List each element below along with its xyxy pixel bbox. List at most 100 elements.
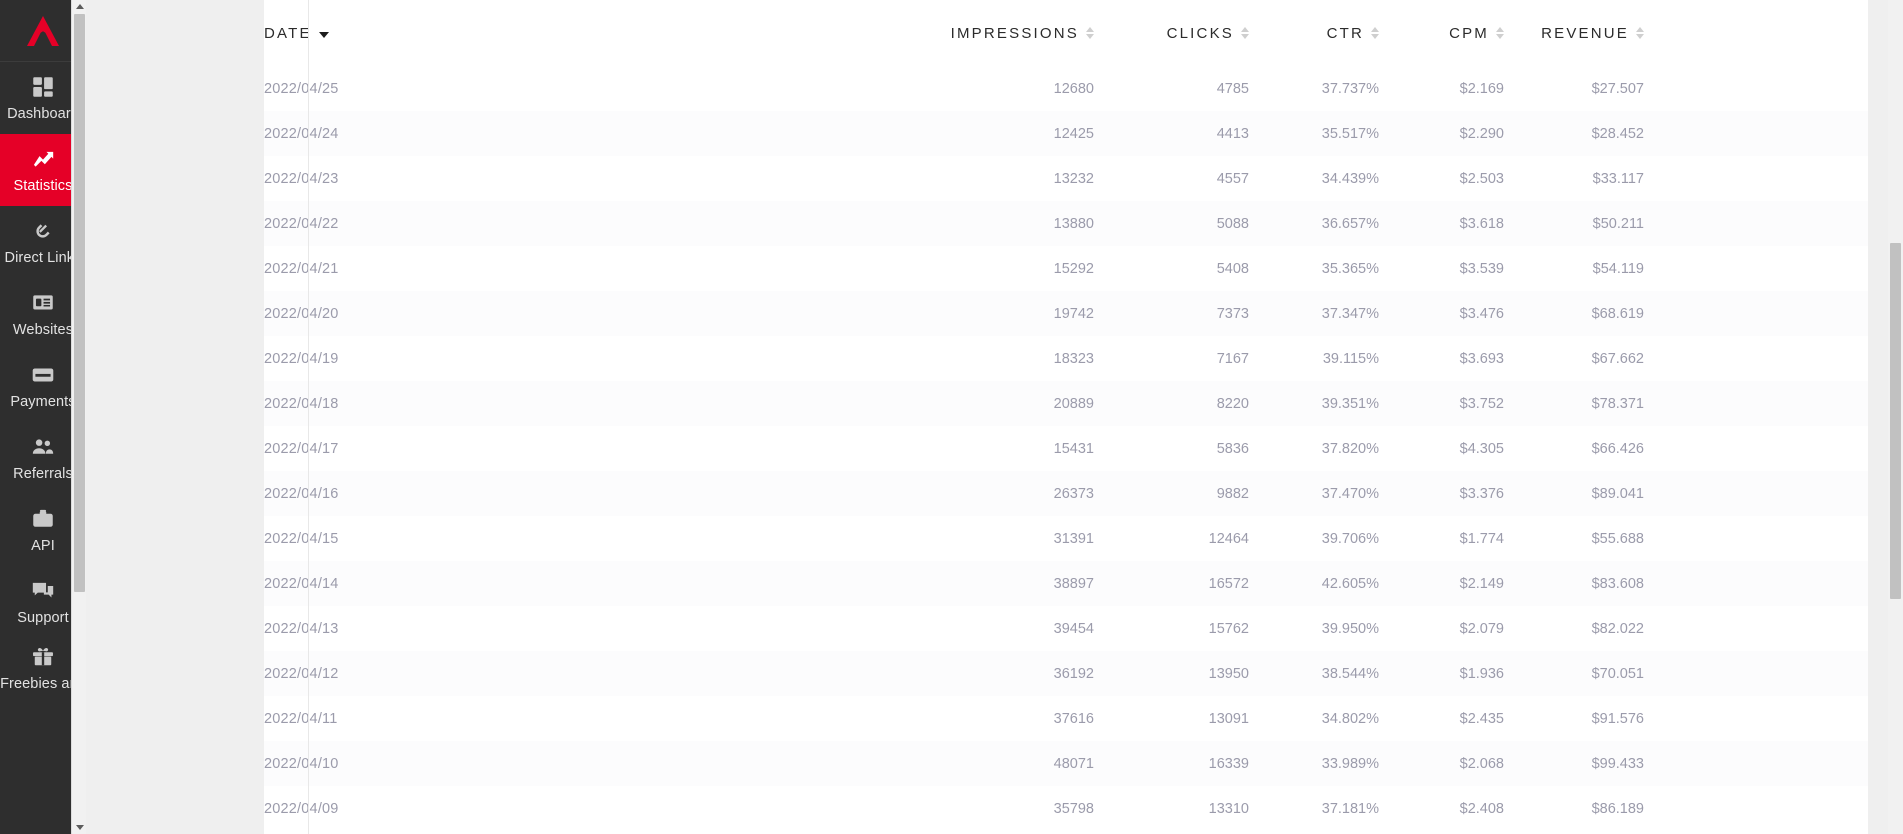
cell-impressions: 39454 xyxy=(864,606,1094,651)
cell-ctr: 33.989% xyxy=(1249,741,1379,786)
cell-revenue: $27.507 xyxy=(1504,66,1644,111)
page-scrollbar-thumb[interactable] xyxy=(1890,243,1901,599)
cell-clicks: 4785 xyxy=(1094,66,1249,111)
cell-clicks: 13091 xyxy=(1094,696,1249,741)
column-header-revenue[interactable]: REVENUE xyxy=(1504,0,1644,66)
column-header-spacer xyxy=(1644,0,1868,66)
cell-clicks: 12464 xyxy=(1094,516,1249,561)
cell-date: 2022/04/20 xyxy=(264,291,864,336)
browser-window-icon xyxy=(30,290,56,316)
table-row[interactable]: 2022/04/16 26373 9882 37.470% $3.376 $89.041 xyxy=(264,471,1868,516)
cell-revenue: $82.022 xyxy=(1504,606,1644,651)
cell-cpm: $2.068 xyxy=(1379,741,1504,786)
sidebar-scroll-up-button[interactable] xyxy=(72,0,86,13)
cell-cpm: $1.936 xyxy=(1379,651,1504,696)
primary-sidebar: Dashboard Statistics Direct Links Websit… xyxy=(0,0,86,834)
sidebar-item-label: Direct Links xyxy=(4,250,82,267)
credit-card-icon xyxy=(30,362,56,388)
cell-date: 2022/04/21 xyxy=(264,246,864,291)
table-row[interactable]: 2022/04/24 12425 4413 35.517% $2.290 $28.452 xyxy=(264,111,1868,156)
table-header-row: DATE IMPRESSIONS CLICKS CTR CPM REVENUE xyxy=(264,0,1868,66)
table-row[interactable]: 2022/04/10 48071 16339 33.989% $2.068 $99.433 xyxy=(264,741,1868,786)
sort-toggle-icon xyxy=(1371,27,1379,39)
cell-date: 2022/04/17 xyxy=(264,426,864,471)
cell-spacer xyxy=(1644,651,1868,696)
cell-ctr: 35.517% xyxy=(1249,111,1379,156)
cell-date: 2022/04/19 xyxy=(264,336,864,381)
cell-cpm: $3.476 xyxy=(1379,291,1504,336)
column-header-label: REVENUE xyxy=(1541,24,1629,42)
cell-date: 2022/04/18 xyxy=(264,381,864,426)
cell-spacer xyxy=(1644,201,1868,246)
cell-impressions: 36192 xyxy=(864,651,1094,696)
table-row[interactable]: 2022/04/19 18323 7167 39.115% $3.693 $67.662 xyxy=(264,336,1868,381)
cell-clicks: 13950 xyxy=(1094,651,1249,696)
cell-impressions: 31391 xyxy=(864,516,1094,561)
cell-ctr: 38.544% xyxy=(1249,651,1379,696)
cell-cpm: $2.169 xyxy=(1379,66,1504,111)
column-header-date[interactable]: DATE xyxy=(264,0,864,66)
cell-clicks: 16339 xyxy=(1094,741,1249,786)
cell-ctr: 36.657% xyxy=(1249,201,1379,246)
column-header-label: CTR xyxy=(1326,24,1364,42)
table-row[interactable]: 2022/04/15 31391 12464 39.706% $1.774 $55.688 xyxy=(264,516,1868,561)
app-root: Dashboard Statistics Direct Links Websit… xyxy=(0,0,1903,834)
sort-toggle-icon xyxy=(1636,27,1644,39)
table-row[interactable]: 2022/04/18 20889 8220 39.351% $3.752 $78.371 xyxy=(264,381,1868,426)
cell-ctr: 34.802% xyxy=(1249,696,1379,741)
cell-revenue: $70.051 xyxy=(1504,651,1644,696)
table-row[interactable]: 2022/04/25 12680 4785 37.737% $2.169 $27.507 xyxy=(264,66,1868,111)
cell-ctr: 37.470% xyxy=(1249,471,1379,516)
cell-ctr: 39.351% xyxy=(1249,381,1379,426)
cell-cpm: $2.503 xyxy=(1379,156,1504,201)
cell-spacer xyxy=(1644,516,1868,561)
cell-ctr: 37.181% xyxy=(1249,786,1379,831)
sidebar-scroll-down-button[interactable] xyxy=(72,821,86,834)
cell-clicks: 7373 xyxy=(1094,291,1249,336)
table-row[interactable]: 2022/04/17 15431 5836 37.820% $4.305 $66.426 xyxy=(264,426,1868,471)
cell-date: 2022/04/22 xyxy=(264,201,864,246)
page-scrollbar[interactable] xyxy=(1888,0,1903,834)
statistics-table-card: DATE IMPRESSIONS CLICKS CTR CPM REVENUE … xyxy=(264,0,1868,834)
cell-revenue: $55.688 xyxy=(1504,516,1644,561)
column-header-ctr[interactable]: CTR xyxy=(1249,0,1379,66)
column-header-cpm[interactable]: CPM xyxy=(1379,0,1504,66)
cell-cpm: $2.149 xyxy=(1379,561,1504,606)
cell-revenue: $99.433 xyxy=(1504,741,1644,786)
trending-up-icon xyxy=(30,146,56,172)
table-row[interactable]: 2022/04/23 13232 4557 34.439% $2.503 $33.117 xyxy=(264,156,1868,201)
table-row[interactable]: 2022/04/14 38897 16572 42.605% $2.149 $83.608 xyxy=(264,561,1868,606)
cell-cpm: $1.774 xyxy=(1379,516,1504,561)
cell-revenue: $67.662 xyxy=(1504,336,1644,381)
column-header-impressions[interactable]: IMPRESSIONS xyxy=(864,0,1094,66)
cell-spacer xyxy=(1644,246,1868,291)
cell-date: 2022/04/15 xyxy=(264,516,864,561)
table-row[interactable]: 2022/04/22 13880 5088 36.657% $3.618 $50.211 xyxy=(264,201,1868,246)
cell-cpm: $3.539 xyxy=(1379,246,1504,291)
cell-date: 2022/04/16 xyxy=(264,471,864,516)
cell-impressions: 26373 xyxy=(864,471,1094,516)
table-row[interactable]: 2022/04/11 37616 13091 34.802% $2.435 $91.576 xyxy=(264,696,1868,741)
table-row[interactable]: 2022/04/12 36192 13950 38.544% $1.936 $70.051 xyxy=(264,651,1868,696)
table-row[interactable]: 2022/04/20 19742 7373 37.347% $3.476 $68.619 xyxy=(264,291,1868,336)
chevron-down-icon xyxy=(75,825,84,830)
cell-date: 2022/04/10 xyxy=(264,741,864,786)
table-row[interactable]: 2022/04/13 39454 15762 39.950% $2.079 $82.022 xyxy=(264,606,1868,651)
table-row[interactable]: 2022/04/21 15292 5408 35.365% $3.539 $54.119 xyxy=(264,246,1868,291)
cell-cpm: $4.305 xyxy=(1379,426,1504,471)
cell-date: 2022/04/09 xyxy=(264,786,864,831)
statistics-table: DATE IMPRESSIONS CLICKS CTR CPM REVENUE … xyxy=(264,0,1868,831)
sidebar-scrollbar[interactable] xyxy=(71,0,86,834)
cell-ctr: 35.365% xyxy=(1249,246,1379,291)
cell-impressions: 37616 xyxy=(864,696,1094,741)
cell-ctr: 39.706% xyxy=(1249,516,1379,561)
sidebar-scrollbar-thumb[interactable] xyxy=(74,14,85,592)
cell-spacer xyxy=(1644,291,1868,336)
cell-spacer xyxy=(1644,381,1868,426)
cell-impressions: 20889 xyxy=(864,381,1094,426)
column-header-clicks[interactable]: CLICKS xyxy=(1094,0,1249,66)
cell-clicks: 13310 xyxy=(1094,786,1249,831)
table-row[interactable]: 2022/04/09 35798 13310 37.181% $2.408 $86.189 xyxy=(264,786,1868,831)
table-left-divider xyxy=(308,0,309,834)
sidebar-item-label: Statistics xyxy=(13,178,73,195)
